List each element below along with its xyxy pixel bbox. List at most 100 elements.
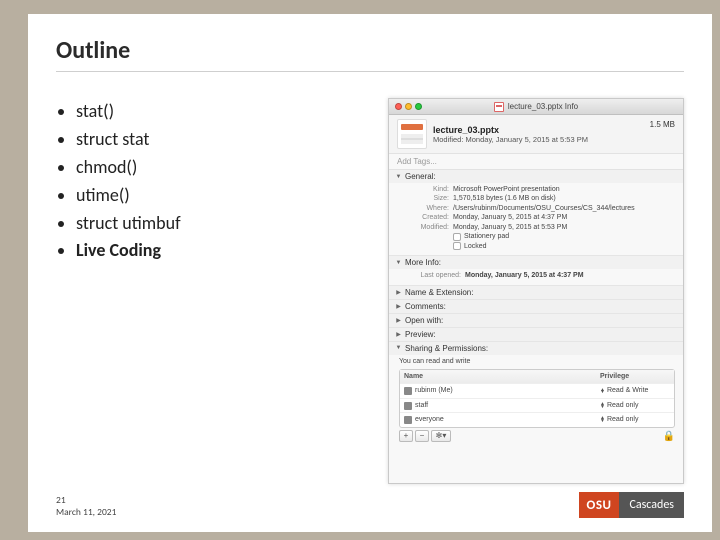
page-number: 21 [56,495,116,506]
section-sharing-permissions: ▼Sharing & Permissions: You can read and… [389,342,683,452]
file-name: lecture_03.pptx [433,125,644,135]
perm-priv: Read & Write [607,386,649,395]
stepper-icon[interactable]: ▲▼ [600,389,605,394]
kv-value: Monday, January 5, 2015 at 5:53 PM [453,223,677,232]
section-header-sharing[interactable]: ▼Sharing & Permissions: [389,342,683,355]
perm-priv: Read only [607,415,639,424]
kv-value: 1,570,518 bytes (1.6 MB on disk) [453,194,677,203]
slide: Outline stat() struct stat chmod() utime… [28,14,712,532]
bullet-item: chmod() [76,154,376,182]
kv-value: Monday, January 5, 2015 at 4:37 PM [453,213,677,222]
osu-cascades-logo: OSU Cascades [579,492,684,518]
file-preview-icon [397,119,427,149]
bullet-item: Live Coding [76,237,376,265]
section-header[interactable]: ▶Open with: [389,314,683,327]
section-label: General: [405,172,436,181]
file-header: lecture_03.pptx Modified: Monday, Januar… [389,115,683,153]
action-menu-button[interactable]: ✻▾ [431,430,451,442]
permissions-controls: + − ✻▾ 🔒 [399,430,675,444]
kv-key: Where: [405,204,449,213]
user-icon [404,387,412,395]
logo-cascades: Cascades [619,492,684,518]
footer-date: March 11, 2021 [56,507,116,518]
section-label: Sharing & Permissions: [405,344,488,353]
perm-name: everyone [415,415,444,424]
document-icon [494,102,504,112]
kv-key: Last opened: [405,271,461,280]
section-header[interactable]: ▶Name & Extension: [389,286,683,299]
section-body: You can read and write Name Privilege ru… [389,355,683,448]
kv-value: Monday, January 5, 2015 at 4:37 PM [465,271,677,280]
section-label: Open with: [405,316,443,325]
footer-meta: 21 March 11, 2021 [56,495,116,518]
content-area: stat() struct stat chmod() utime() struc… [56,98,684,484]
group-icon [404,402,412,410]
disclosure-right-icon: ▶ [395,317,402,324]
section-name-extension: ▶Name & Extension: [389,286,683,300]
lock-icon[interactable]: 🔒 [663,430,675,444]
file-meta: lecture_03.pptx Modified: Monday, Januar… [433,125,644,144]
disclosure-down-icon: ▼ [395,345,402,351]
file-modified: Modified: Monday, January 5, 2015 at 5:5… [433,135,644,144]
window-titlebar[interactable]: lecture_03.pptx Info [389,99,683,115]
checkbox[interactable] [453,242,461,250]
finder-info-panel: lecture_03.pptx Info lecture_03.pptx Mod… [388,98,684,484]
section-label: Preview: [405,330,436,339]
permission-summary: You can read and write [399,357,675,366]
kv-value: /Users/rubinm/Documents/OSU_Courses/CS_3… [453,204,677,213]
bullet-item: struct utimbuf [76,210,376,238]
kv-key: Size: [405,194,449,203]
disclosure-down-icon: ▼ [395,260,402,266]
bullet-item: utime() [76,182,376,210]
col-privilege: Privilege [600,372,670,381]
disclosure-right-icon: ▶ [395,289,402,296]
section-header-more-info[interactable]: ▼More Info: [389,256,683,269]
slide-title: Outline [56,36,684,65]
file-size: 1.5 MB [650,120,675,129]
section-header[interactable]: ▶Comments: [389,300,683,313]
stepper-icon[interactable]: ▲▼ [600,403,605,408]
checkbox[interactable] [453,233,461,241]
bullet-list: stat() struct stat chmod() utime() struc… [56,98,376,484]
disclosure-down-icon: ▼ [395,174,402,180]
bullet-item: struct stat [76,126,376,154]
table-row[interactable]: rubinm (Me) ▲▼Read & Write [400,384,674,398]
stepper-icon[interactable]: ▲▼ [600,417,605,422]
disclosure-right-icon: ▶ [395,331,402,338]
disclosure-right-icon: ▶ [395,303,402,310]
section-label: Comments: [405,302,446,311]
perm-name: rubinm (Me) [415,386,453,395]
section-preview: ▶Preview: [389,328,683,342]
section-comments: ▶Comments: [389,300,683,314]
section-header-general[interactable]: ▼General: [389,170,683,183]
section-more-info: ▼More Info: Last opened: Monday, January … [389,256,683,285]
section-open-with: ▶Open with: [389,314,683,328]
section-label: Name & Extension: [405,288,473,297]
bullet-item: stat() [76,98,376,126]
kv-value: Microsoft PowerPoint presentation [453,185,677,194]
perm-priv: Read only [607,401,639,410]
table-header-row: Name Privilege [400,370,674,384]
col-name: Name [404,372,597,381]
slide-footer: 21 March 11, 2021 OSU Cascades [56,492,684,518]
section-general: ▼General: Kind: Microsoft PowerPoint pres… [389,170,683,256]
section-body: Kind: Microsoft PowerPoint presentation S… [389,183,683,255]
table-row[interactable]: staff ▲▼Read only [400,399,674,413]
table-row[interactable]: everyone ▲▼Read only [400,413,674,426]
add-button[interactable]: + [399,430,413,442]
kv-key: Kind: [405,185,449,194]
divider [56,71,684,72]
section-label: More Info: [405,258,441,267]
permissions-table: Name Privilege rubinm (Me) ▲▼Read & Writ… [399,369,675,428]
kv-key: Modified: [405,223,449,232]
perm-name: staff [415,401,428,410]
kv-key: Created: [405,213,449,222]
window-title: lecture_03.pptx Info [389,102,683,112]
logo-osu: OSU [579,492,620,518]
window-title-text: lecture_03.pptx Info [508,102,578,111]
everyone-icon [404,416,412,424]
remove-button[interactable]: − [415,430,429,442]
section-header[interactable]: ▶Preview: [389,328,683,341]
checkbox-label: Locked [464,242,487,251]
add-tags-field[interactable]: Add Tags... [389,153,683,170]
